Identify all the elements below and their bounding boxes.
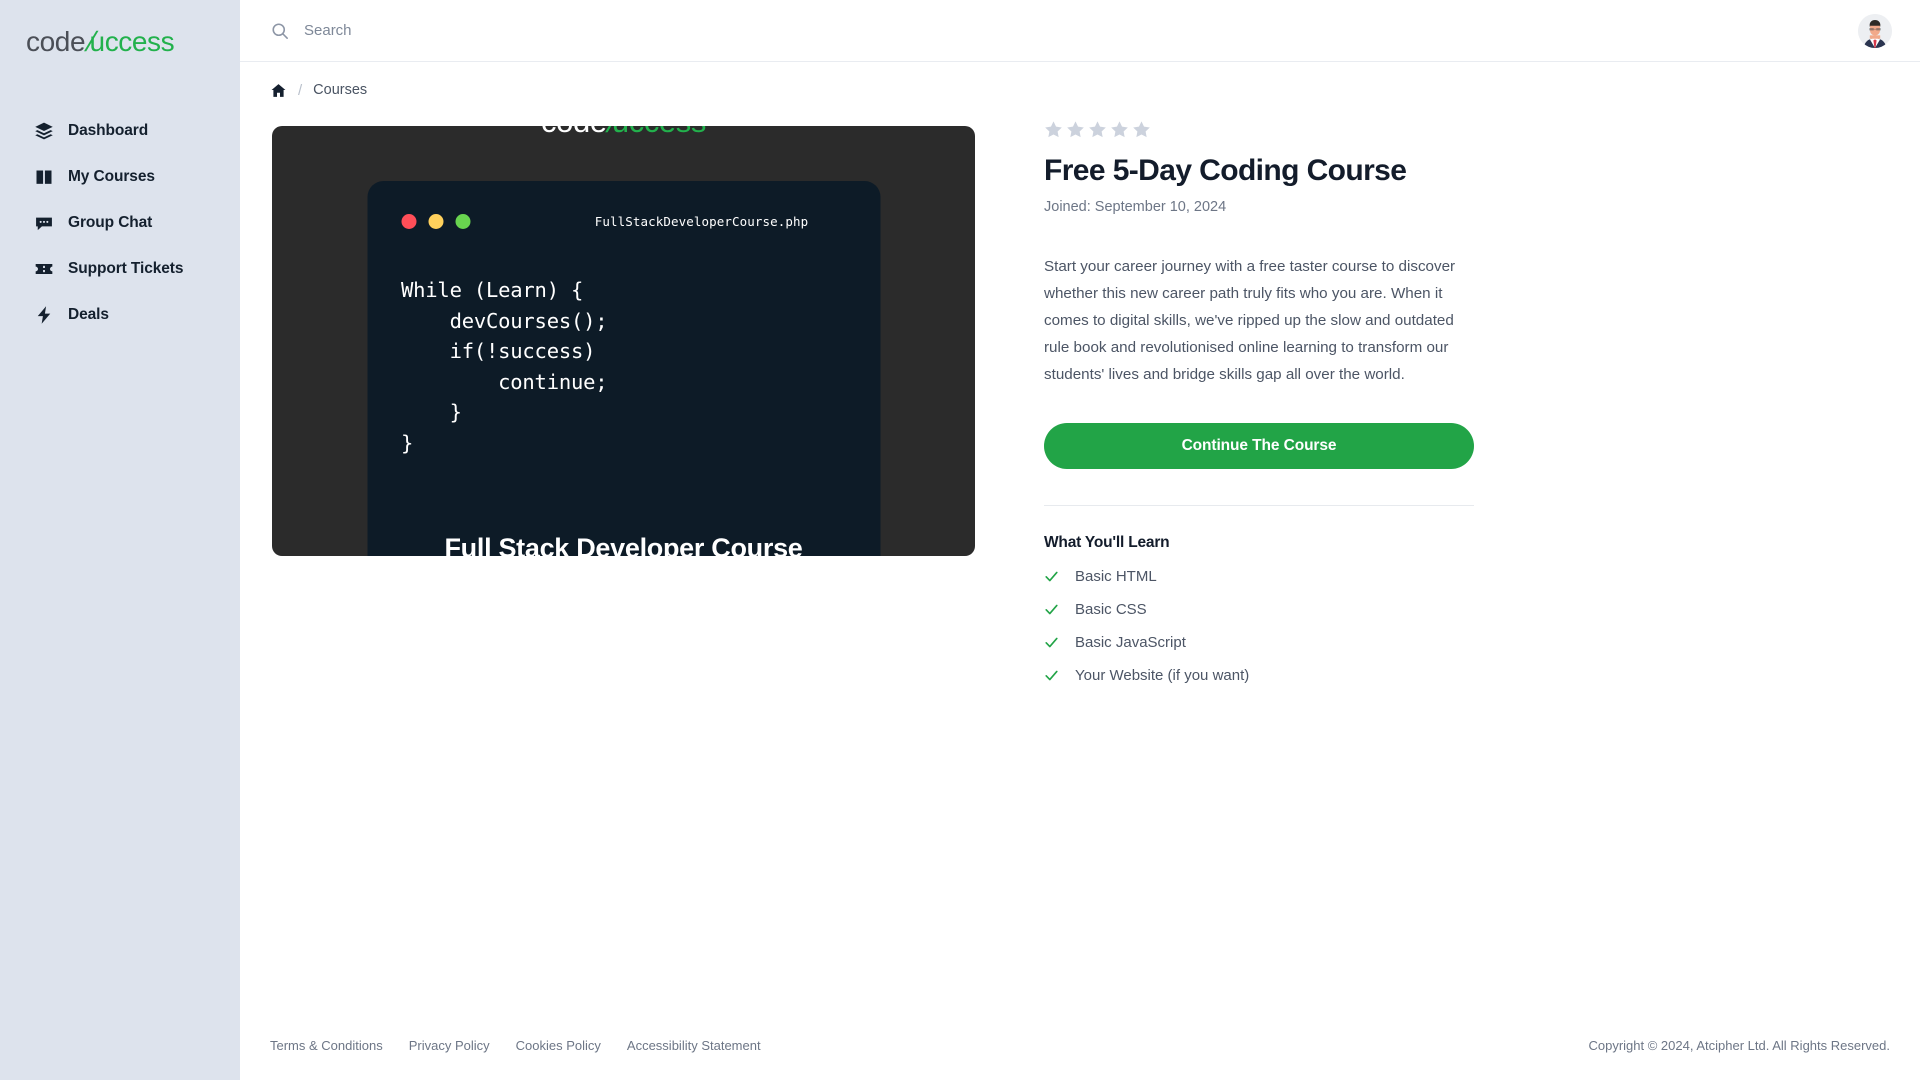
star-icon[interactable] (1044, 120, 1063, 139)
sidebar-item-group-chat[interactable]: Group Chat (0, 200, 240, 246)
close-dot-icon (401, 213, 416, 229)
sidebar-item-label: Deals (68, 306, 109, 323)
list-item: Basic HTML (1044, 568, 1540, 585)
promo-brand-logo: code/uccess (541, 126, 706, 140)
promo-logo-suffix: uccess (612, 126, 706, 139)
chat-icon (34, 213, 54, 233)
check-icon (1044, 602, 1059, 617)
course-description: Start your career journey with a free ta… (1044, 258, 1456, 384)
maximize-dot-icon (455, 213, 470, 229)
star-icon[interactable] (1132, 120, 1151, 139)
promo-caption: Full Stack Developer Course (444, 533, 803, 556)
page-title: Free 5-Day Coding Course (1044, 154, 1407, 187)
rating-stars[interactable] (1044, 120, 1540, 139)
course-media-column: code/uccess FullStackDeveloperCourse.php… (270, 118, 980, 1010)
continue-course-button[interactable]: Continue The Course (1044, 423, 1474, 470)
check-icon (1044, 569, 1059, 584)
code-window-titlebar: FullStackDeveloperCourse.php (401, 209, 846, 233)
list-item-label: Basic CSS (1075, 601, 1147, 619)
code-filename: FullStackDeveloperCourse.php (594, 213, 809, 229)
list-item-label: Your Website (if you want) (1075, 667, 1250, 685)
breadcrumb: / Courses (240, 62, 1920, 118)
breadcrumb-current[interactable]: Courses (313, 82, 367, 98)
home-icon[interactable] (270, 82, 287, 99)
footer-link-terms[interactable]: Terms & Conditions (270, 1038, 383, 1053)
window-control-dots (401, 213, 470, 229)
sidebar-item-label: My Courses (68, 168, 155, 185)
section-divider (1044, 505, 1474, 507)
star-icon[interactable] (1066, 120, 1085, 139)
list-item: Basic CSS (1044, 601, 1540, 618)
search-icon (270, 21, 290, 41)
list-item-label: Basic JavaScript (1075, 634, 1186, 652)
brand-logo[interactable]: code / uccess (0, 20, 240, 64)
sidebar-item-support-tickets[interactable]: Support Tickets (0, 246, 240, 292)
copyright-text: Copyright © 2024, Atcipher Ltd. All Righ… (1588, 1037, 1890, 1053)
promo-logo-prefix: code (541, 126, 607, 139)
sidebar: code / uccess Dashboard My Courses Group… (0, 0, 240, 1080)
check-icon (1044, 635, 1059, 650)
footer-link-privacy[interactable]: Privacy Policy (409, 1038, 490, 1053)
list-item-label: Basic HTML (1075, 568, 1157, 586)
sidebar-item-label: Group Chat (68, 214, 153, 231)
sidebar-nav: Dashboard My Courses Group Chat Support … (0, 108, 240, 338)
code-snippet: While (Learn) { devCourses(); if(!succes… (401, 278, 608, 455)
course-promo-card[interactable]: code/uccess FullStackDeveloperCourse.php… (272, 126, 975, 556)
breadcrumb-separator: / (298, 81, 303, 99)
sidebar-item-deals[interactable]: Deals (0, 292, 240, 338)
course-details-column: Free 5-Day Coding Course Joined: Septemb… (980, 118, 1540, 1010)
bolt-icon (34, 305, 54, 325)
what-youll-learn-heading: What You'll Learn (1044, 534, 1170, 552)
footer: Terms & Conditions Privacy Policy Cookie… (240, 1010, 1920, 1080)
joined-date: Joined: September 10, 2024 (1044, 199, 1227, 216)
check-icon (1044, 668, 1059, 683)
code-window: FullStackDeveloperCourse.php While (Lear… (367, 181, 880, 556)
footer-link-cookies[interactable]: Cookies Policy (516, 1038, 601, 1053)
list-item: Basic JavaScript (1044, 634, 1540, 651)
sidebar-item-dashboard[interactable]: Dashboard (0, 108, 240, 154)
app-root: code / uccess Dashboard My Courses Group… (0, 0, 1920, 1080)
list-item: Your Website (if you want) (1044, 667, 1540, 684)
footer-links: Terms & Conditions Privacy Policy Cookie… (270, 1038, 761, 1053)
content-area: code/uccess FullStackDeveloperCourse.php… (240, 118, 1920, 1010)
brand-logo-prefix: code (26, 26, 86, 57)
avatar[interactable] (1858, 13, 1892, 48)
book-icon (34, 167, 54, 187)
sidebar-item-label: Support Tickets (68, 260, 184, 277)
topbar (240, 0, 1920, 62)
ticket-icon (34, 259, 54, 279)
sidebar-item-my-courses[interactable]: My Courses (0, 154, 240, 200)
search-input[interactable] (304, 18, 724, 43)
brand-logo-suffix: uccess (89, 26, 175, 57)
sidebar-item-label: Dashboard (68, 122, 149, 139)
star-icon[interactable] (1088, 120, 1107, 139)
footer-link-accessibility[interactable]: Accessibility Statement (627, 1038, 761, 1053)
what-youll-learn-list: Basic HTML Basic CSS Basic JavaScript Yo… (1044, 568, 1540, 684)
layers-icon (34, 121, 54, 141)
main-column: / Courses code/uccess (240, 0, 1920, 1080)
search-bar[interactable] (270, 18, 1858, 43)
star-icon[interactable] (1110, 120, 1129, 139)
minimize-dot-icon (428, 213, 443, 229)
